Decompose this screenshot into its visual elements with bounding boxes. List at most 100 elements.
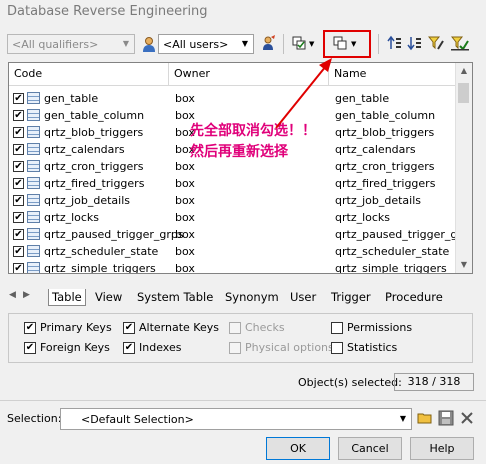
- qualifiers-value: <All qualifiers>: [12, 38, 99, 51]
- divider: [0, 400, 486, 401]
- check-icon: ✔: [24, 342, 36, 354]
- chevron-down-icon: ▼: [399, 414, 407, 423]
- cell-name: qrtz_locks: [335, 211, 391, 224]
- cell-name: qrtz_fired_triggers: [335, 177, 436, 190]
- tables-grid[interactable]: Code Owner Name ✔ gen_table box gen_table ✔ g…: [8, 62, 473, 274]
- scroll-down-icon[interactable]: ▼: [456, 257, 472, 273]
- cell-code: qrtz_simple_triggers: [44, 262, 156, 274]
- tab-procedure[interactable]: Procedure: [382, 289, 446, 305]
- cell-owner: box: [175, 211, 195, 224]
- cell-code: qrtz_cron_triggers: [44, 160, 144, 173]
- cell-name: qrtz_calendars: [335, 143, 416, 156]
- table-row[interactable]: ✔ qrtz_fired_triggers box qrtz_fired_trigge…: [9, 175, 456, 192]
- row-checkbox[interactable]: ✔: [13, 144, 24, 155]
- tab-scroll-right-icon[interactable]: ▶: [23, 290, 30, 300]
- users-dropdown[interactable]: <All users> ▼: [158, 34, 254, 54]
- cell-owner: box: [175, 177, 195, 190]
- table-icon: [27, 126, 40, 138]
- row-checkbox[interactable]: ✔: [13, 229, 24, 240]
- table-icon: [27, 143, 40, 155]
- scroll-thumb[interactable]: [458, 83, 469, 103]
- table-icon: [27, 211, 40, 223]
- row-checkbox[interactable]: ✔: [13, 195, 24, 206]
- help-button[interactable]: Help: [410, 437, 474, 460]
- cell-name: qrtz_cron_triggers: [335, 160, 435, 173]
- cell-code: qrtz_scheduler_state: [44, 245, 159, 258]
- cell-code: qrtz_paused_trigger_grps: [44, 228, 184, 241]
- row-checkbox[interactable]: ✔: [13, 246, 24, 257]
- row-checkbox[interactable]: ✔: [13, 178, 24, 189]
- cell-name: qrtz_scheduler_state: [335, 245, 450, 258]
- row-checkbox[interactable]: ✔: [13, 161, 24, 172]
- cell-code: qrtz_job_details: [44, 194, 131, 207]
- chevron-down-icon[interactable]: ▼: [351, 40, 356, 48]
- table-icon: [27, 194, 40, 206]
- cell-code: qrtz_calendars: [44, 143, 125, 156]
- cell-name: gen_table_column: [335, 109, 436, 122]
- selection-dropdown[interactable]: <Default Selection> ▼: [60, 408, 412, 430]
- tab-user[interactable]: User: [287, 289, 319, 305]
- save-icon[interactable]: [437, 410, 455, 428]
- table-row[interactable]: ✔ qrtz_scheduler_state box qrtz_scheduler_s…: [9, 243, 456, 260]
- table-icon: [27, 228, 40, 240]
- ok-button[interactable]: OK: [266, 437, 330, 460]
- chevron-down-icon[interactable]: ▼: [309, 40, 314, 48]
- column-header-code[interactable]: Code: [9, 63, 169, 85]
- grid-header: Code Owner Name: [9, 63, 456, 86]
- objects-selected-value: 318 / 318: [394, 373, 474, 391]
- sort-down-icon[interactable]: [406, 35, 424, 53]
- row-checkbox[interactable]: ✔: [13, 263, 24, 273]
- filter-edit-icon[interactable]: [427, 35, 445, 53]
- annotation-line-2: 然后再重新选择: [190, 144, 288, 160]
- delete-icon[interactable]: [458, 410, 476, 428]
- row-checkbox[interactable]: ✔: [13, 127, 24, 138]
- table-icon: [27, 262, 40, 273]
- window-title: Database Reverse Engineering: [7, 4, 208, 19]
- annotation-arrow: [275, 58, 332, 129]
- user-icon: [142, 36, 156, 52]
- check-icon: ✔: [123, 322, 135, 334]
- select-all-icon[interactable]: [290, 35, 308, 53]
- cell-code: gen_table: [44, 92, 99, 105]
- scroll-up-icon[interactable]: ▲: [456, 63, 472, 79]
- reverse-options-group: ✔ Primary Keys ✔ Foreign Keys ✔ Alternat…: [8, 313, 473, 363]
- tab-trigger[interactable]: Trigger: [328, 289, 374, 305]
- sort-up-icon[interactable]: [386, 35, 404, 53]
- cell-owner: box: [175, 262, 195, 274]
- cell-name: qrtz_simple_triggers: [335, 262, 447, 274]
- row-checkbox[interactable]: ✔: [13, 212, 24, 223]
- cell-code: qrtz_locks: [44, 211, 100, 224]
- object-type-tabs: ◀ ▶ Table View System Table Synonym User…: [8, 289, 473, 307]
- table-icon: [27, 109, 40, 121]
- table-row[interactable]: ✔ qrtz_job_details box qrtz_job_details: [9, 192, 456, 209]
- filter-check-icon[interactable]: [450, 35, 469, 53]
- selection-value: <Default Selection>: [81, 413, 194, 426]
- deselect-all-icon[interactable]: [331, 35, 349, 53]
- toolbar-separator: [283, 34, 284, 54]
- table-icon: [27, 245, 40, 257]
- connect-user-icon[interactable]: [259, 35, 277, 53]
- tab-table[interactable]: Table: [48, 289, 86, 306]
- tab-synonym[interactable]: Synonym: [222, 289, 282, 305]
- table-row[interactable]: ✔ qrtz_paused_trigger_grps box qrtz_paused_…: [9, 226, 472, 243]
- selection-label: Selection:: [7, 412, 62, 425]
- tab-system-table[interactable]: System Table: [134, 289, 216, 305]
- row-checkbox[interactable]: ✔: [13, 110, 24, 121]
- open-folder-icon[interactable]: [416, 410, 434, 428]
- cell-code: qrtz_fired_triggers: [44, 177, 145, 190]
- cell-owner: box: [175, 245, 195, 258]
- tab-view[interactable]: View: [92, 289, 125, 305]
- cell-owner: box: [175, 194, 195, 207]
- cell-owner: box: [175, 228, 195, 241]
- table-row[interactable]: ✔ qrtz_locks box qrtz_locks: [9, 209, 456, 226]
- vertical-scrollbar[interactable]: ▲ ▼: [455, 63, 472, 273]
- objects-selected-label: Object(s) selected:: [298, 376, 402, 389]
- table-row[interactable]: ✔ gen_table box gen_table: [9, 90, 456, 107]
- cancel-button[interactable]: Cancel: [338, 437, 402, 460]
- qualifiers-dropdown[interactable]: <All qualifiers> ▼: [7, 34, 135, 54]
- tab-scroll-left-icon[interactable]: ◀: [9, 290, 16, 300]
- row-checkbox[interactable]: ✔: [13, 93, 24, 104]
- table-row[interactable]: ✔ qrtz_simple_triggers box qrtz_simple_trig…: [9, 260, 456, 274]
- table-icon: [27, 92, 40, 104]
- chevron-down-icon: ▼: [122, 39, 130, 48]
